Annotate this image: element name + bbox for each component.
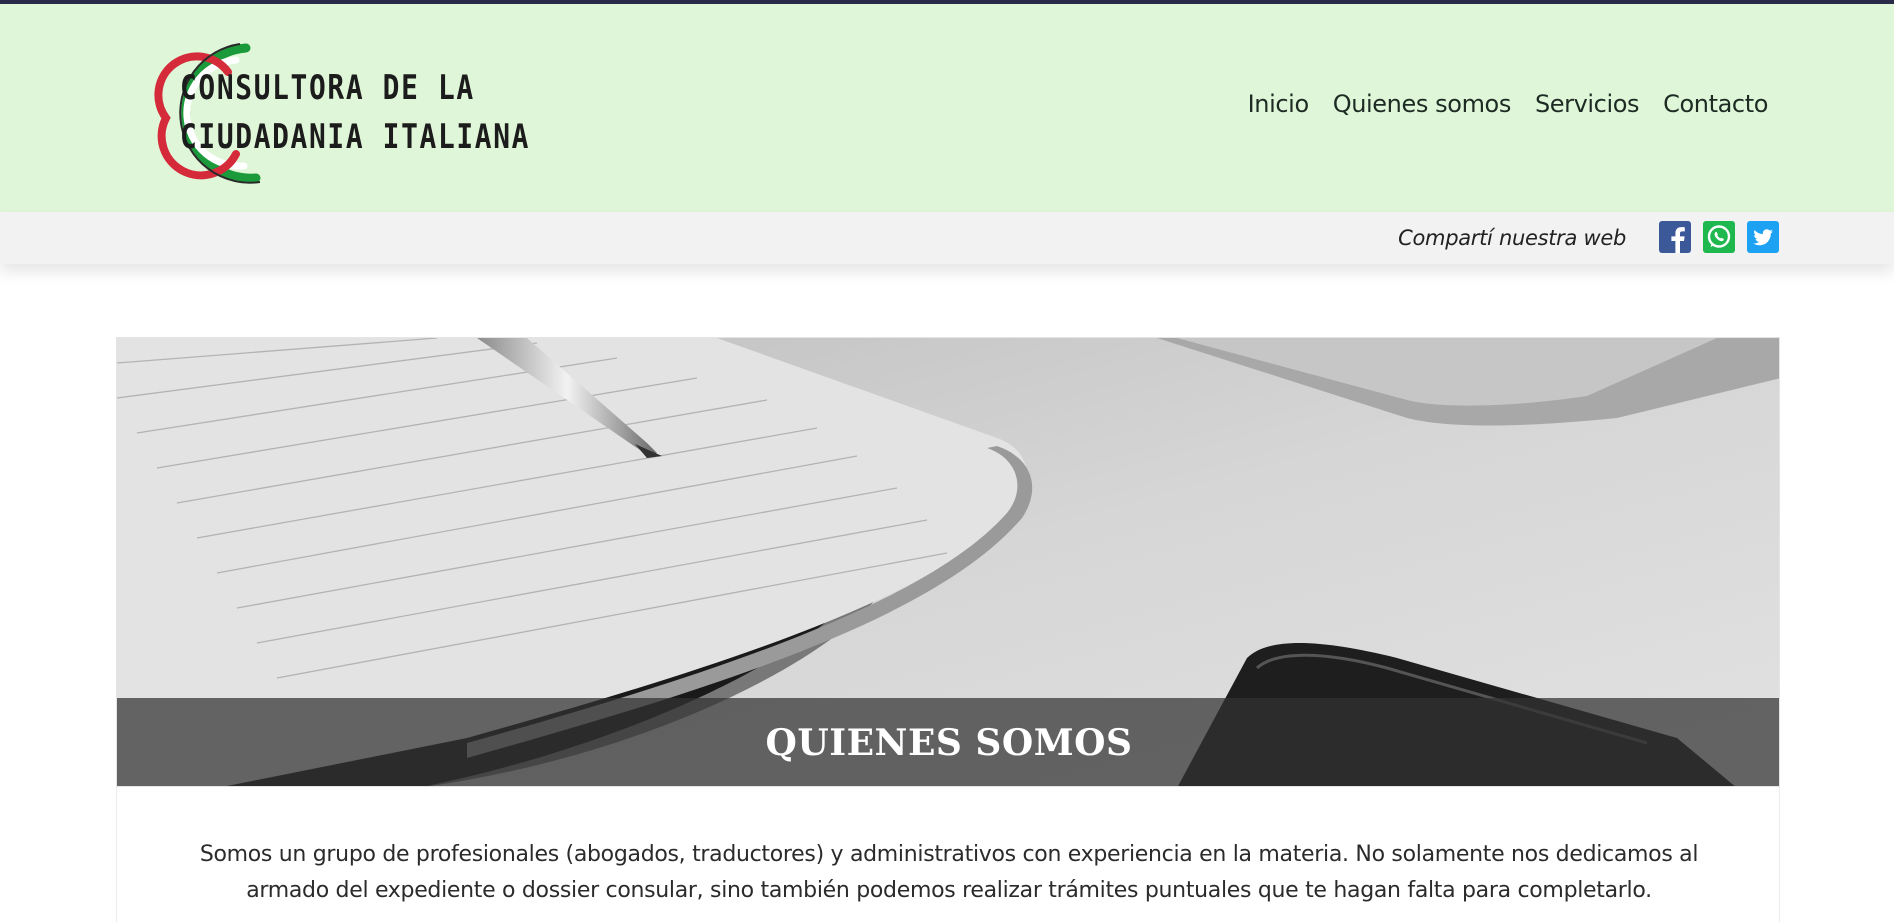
whatsapp-share-button[interactable] — [1703, 221, 1735, 253]
facebook-icon — [1671, 227, 1685, 253]
share-label: Compartí nuestra web — [1398, 226, 1626, 250]
nav-link-contacto[interactable]: Contacto — [1663, 90, 1768, 118]
main-nav: Inicio Quienes somos Servicios Contacto — [1248, 90, 1769, 118]
hero-title-band: QUIENES SOMOS — [117, 698, 1779, 786]
logo-text-line1: CONSULTORA DE LA — [180, 68, 475, 108]
logo-arc-icon — [154, 43, 261, 184]
nav-link-servicios[interactable]: Servicios — [1535, 90, 1640, 118]
twitter-icon — [1753, 229, 1773, 246]
nav-link-quienes-somos[interactable]: Quienes somos — [1333, 90, 1512, 118]
site-header: CONSULTORA DE LA CIUDADANIA ITALIANA Ini… — [0, 4, 1894, 212]
hero-banner: QUIENES SOMOS — [116, 337, 1780, 787]
share-bar: Compartí nuestra web — [0, 212, 1894, 264]
about-content: Somos un grupo de profesionales (abogado… — [116, 787, 1780, 922]
nav-link-inicio[interactable]: Inicio — [1248, 90, 1310, 118]
whatsapp-icon — [1707, 225, 1731, 248]
facebook-share-button[interactable] — [1659, 221, 1691, 253]
site-logo[interactable]: CONSULTORA DE LA CIUDADANIA ITALIANA — [128, 38, 548, 188]
hero-title: QUIENES SOMOS — [765, 722, 1133, 764]
twitter-share-button[interactable] — [1747, 221, 1779, 253]
about-paragraph: Somos un grupo de profesionales (abogado… — [199, 842, 1699, 903]
logo-text-line2: CIUDADANIA ITALIANA — [180, 117, 531, 157]
